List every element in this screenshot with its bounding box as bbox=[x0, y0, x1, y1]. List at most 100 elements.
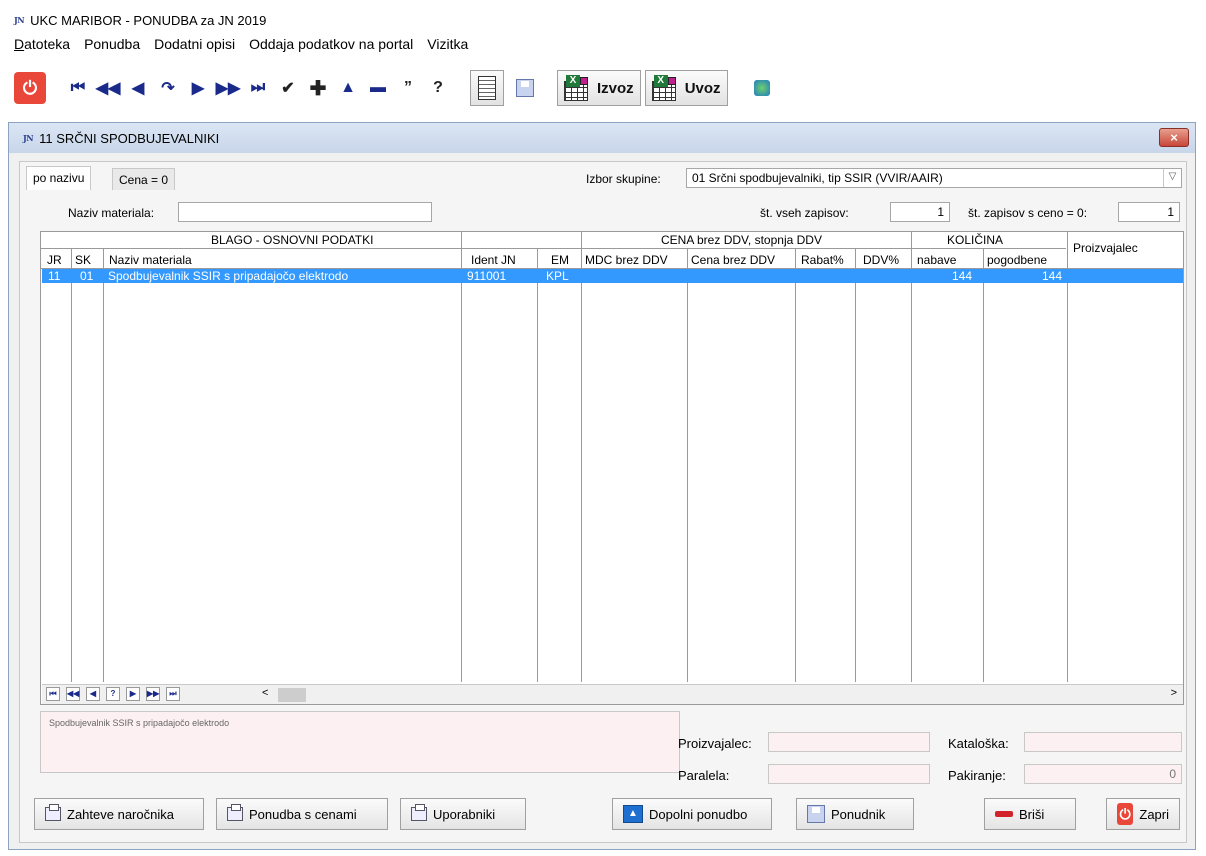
menu-dodatni-opisi[interactable]: Dodatni opisi bbox=[154, 36, 235, 56]
parallel-label: Paralela: bbox=[678, 768, 730, 783]
goto-record-icon[interactable]: ↷ bbox=[153, 70, 183, 106]
group-header-basic: BLAGO - OSNOVNI PODATKI bbox=[211, 233, 374, 247]
cell-jr: 11 bbox=[48, 269, 61, 283]
cell-pogodbene: 144 bbox=[1042, 269, 1063, 283]
report-icon[interactable] bbox=[470, 70, 504, 106]
menu-vizitka[interactable]: Vizitka bbox=[427, 36, 468, 56]
cell-naziv: Spodbujevalnik SSIR s pripadajočo elektr… bbox=[108, 269, 349, 283]
last-record-icon[interactable]: ⏭ bbox=[243, 70, 273, 106]
requirements-button[interactable]: Zahteve naročnika bbox=[34, 798, 204, 830]
cell-ident: 911001 bbox=[467, 269, 507, 283]
group-header-quantity: KOLIČINA bbox=[947, 233, 1004, 247]
name-label: Naziv materiala: bbox=[68, 206, 155, 220]
next-page-icon[interactable]: ▶▶ bbox=[213, 70, 243, 106]
printer-icon bbox=[411, 804, 427, 821]
description-box[interactable]: Spodbujevalnik SSIR s pripadajočo elektr… bbox=[40, 711, 680, 773]
nav-next-icon[interactable]: ▶ bbox=[126, 687, 140, 701]
add-plus-icon[interactable]: ✚ bbox=[303, 70, 333, 106]
nav-prev-icon[interactable]: ◀ bbox=[86, 687, 100, 701]
horizontal-scrollbar[interactable]: < > bbox=[262, 687, 1177, 702]
delete-minus-icon[interactable]: ▬ bbox=[363, 70, 393, 106]
col-rabat[interactable]: Rabat% bbox=[801, 253, 844, 267]
close-window-button[interactable]: × bbox=[1159, 128, 1189, 147]
col-ident[interactable]: Ident JN bbox=[471, 253, 516, 267]
prev-page-icon[interactable]: ◀◀ bbox=[93, 70, 123, 106]
group-header-price: CENA brez DDV, stopnja DDV bbox=[661, 233, 822, 247]
header-divider bbox=[41, 248, 1066, 249]
menu-oddaja-podatkov[interactable]: Oddaja podatkov na portal bbox=[249, 36, 413, 56]
col-jr[interactable]: JR bbox=[47, 253, 62, 267]
save-disk-icon[interactable] bbox=[510, 70, 540, 106]
nav-last-icon[interactable]: ⏭ bbox=[166, 687, 180, 701]
col-em[interactable]: EM bbox=[551, 253, 569, 267]
nav-next-page-icon[interactable]: ▶▶ bbox=[146, 687, 160, 701]
import-button[interactable]: X Uvoz bbox=[644, 70, 728, 106]
child-title: 11 SRČNI SPODBUJEVALNIKI bbox=[39, 130, 220, 146]
cell-sk: 01 bbox=[80, 269, 94, 283]
users-label: Uporabniki bbox=[433, 806, 496, 822]
tab-po-nazivu[interactable]: po nazivu bbox=[26, 166, 92, 190]
catalog-field[interactable] bbox=[1024, 732, 1182, 752]
col-divider bbox=[983, 248, 984, 682]
chevron-down-icon[interactable]: ▽ bbox=[1163, 169, 1181, 187]
help-icon[interactable]: ? bbox=[423, 70, 453, 106]
tab-cena-0[interactable]: Cena = 0 bbox=[112, 168, 176, 190]
minus-icon bbox=[995, 811, 1013, 817]
title-bar: JN UKC MARIBOR - PONUDBA za JN 2019 bbox=[14, 10, 266, 30]
first-record-icon[interactable]: ⏮ bbox=[63, 70, 93, 106]
child-logo: JN bbox=[23, 133, 34, 143]
scroll-right-icon[interactable]: > bbox=[1171, 687, 1177, 699]
toolbar-separator bbox=[461, 67, 462, 109]
nav-first-icon[interactable]: ⏮ bbox=[46, 687, 60, 701]
quote-icon[interactable]: ” bbox=[393, 70, 423, 106]
col-divider bbox=[911, 232, 912, 682]
close-button[interactable]: ⏻ Zapri bbox=[1106, 798, 1180, 830]
confirm-check-icon[interactable]: ✔ bbox=[273, 70, 303, 106]
group-select[interactable]: 01 Srčni spodbujevalniki, tip SSIR (VVIR… bbox=[686, 168, 1182, 188]
col-sk[interactable]: SK bbox=[75, 253, 91, 267]
total-records-label: št. vseh zapisov: bbox=[760, 206, 849, 220]
packaging-label: Pakiranje: bbox=[948, 768, 1006, 783]
col-mdc[interactable]: MDC brez DDV bbox=[585, 253, 668, 267]
menu-ponudba[interactable]: Ponudba bbox=[84, 36, 140, 56]
table-row[interactable]: 11 01 Spodbujevalnik SSIR s pripadajočo … bbox=[42, 269, 1183, 283]
delete-button[interactable]: Briši bbox=[984, 798, 1076, 830]
parallel-field[interactable] bbox=[768, 764, 930, 784]
scroll-left-icon[interactable]: < bbox=[262, 687, 268, 699]
materials-grid[interactable]: BLAGO - OSNOVNI PODATKI CENA brez DDV, s… bbox=[40, 231, 1184, 705]
globe-button[interactable] bbox=[745, 70, 779, 106]
menu-datoteka[interactable]: Datoteka bbox=[14, 36, 70, 56]
packaging-field[interactable]: 0 bbox=[1024, 764, 1182, 784]
manufacturer-field[interactable] bbox=[768, 732, 930, 752]
col-proizvajalec[interactable]: Proizvajalec bbox=[1073, 241, 1138, 255]
delete-label: Briši bbox=[1019, 806, 1045, 822]
col-ddv[interactable]: DDV% bbox=[863, 253, 899, 267]
name-input[interactable] bbox=[178, 202, 432, 222]
offer-prices-button[interactable]: Ponudba s cenami bbox=[216, 798, 388, 830]
disk-icon bbox=[516, 79, 534, 97]
toolbar: ⏻ ⏮ ◀◀ ◀ ↷ ▶ ▶▶ ⏭ ✔ ✚ ▲ ▬ ” ? X Izvoz X … bbox=[14, 62, 1054, 114]
col-naziv[interactable]: Naziv materiala bbox=[109, 253, 192, 267]
next-record-icon[interactable]: ▶ bbox=[183, 70, 213, 106]
col-divider bbox=[537, 248, 538, 682]
nav-help-icon[interactable]: ? bbox=[106, 687, 120, 701]
triangle-up-icon: ▲ bbox=[623, 805, 643, 823]
menu-bar: Datoteka Ponudba Dodatni opisi Oddaja po… bbox=[14, 36, 468, 56]
col-cena[interactable]: Cena brez DDV bbox=[691, 253, 775, 267]
prev-record-icon[interactable]: ◀ bbox=[123, 70, 153, 106]
col-pogodbene[interactable]: pogodbene bbox=[987, 253, 1047, 267]
scrollbar-thumb[interactable] bbox=[278, 688, 306, 702]
exit-power-icon[interactable]: ⏻ bbox=[14, 72, 46, 104]
excel-import-icon: X bbox=[651, 75, 682, 101]
complete-offer-button[interactable]: ▲ Dopolni ponudbo bbox=[612, 798, 772, 830]
bidder-button[interactable]: Ponudnik bbox=[796, 798, 914, 830]
nav-prev-page-icon[interactable]: ◀◀ bbox=[66, 687, 80, 701]
export-button[interactable]: X Izvoz bbox=[557, 70, 641, 106]
col-nabave[interactable]: nabave bbox=[917, 253, 956, 267]
app-logo: JN bbox=[14, 15, 25, 25]
record-navigator: ⏮ ◀◀ ◀ ? ▶ ▶▶ ⏭ < > bbox=[42, 684, 1183, 704]
zero-price-value: 1 bbox=[1118, 202, 1180, 222]
edit-triangle-icon[interactable]: ▲ bbox=[333, 70, 363, 106]
users-button[interactable]: Uporabniki bbox=[400, 798, 526, 830]
total-records-value: 1 bbox=[890, 202, 950, 222]
